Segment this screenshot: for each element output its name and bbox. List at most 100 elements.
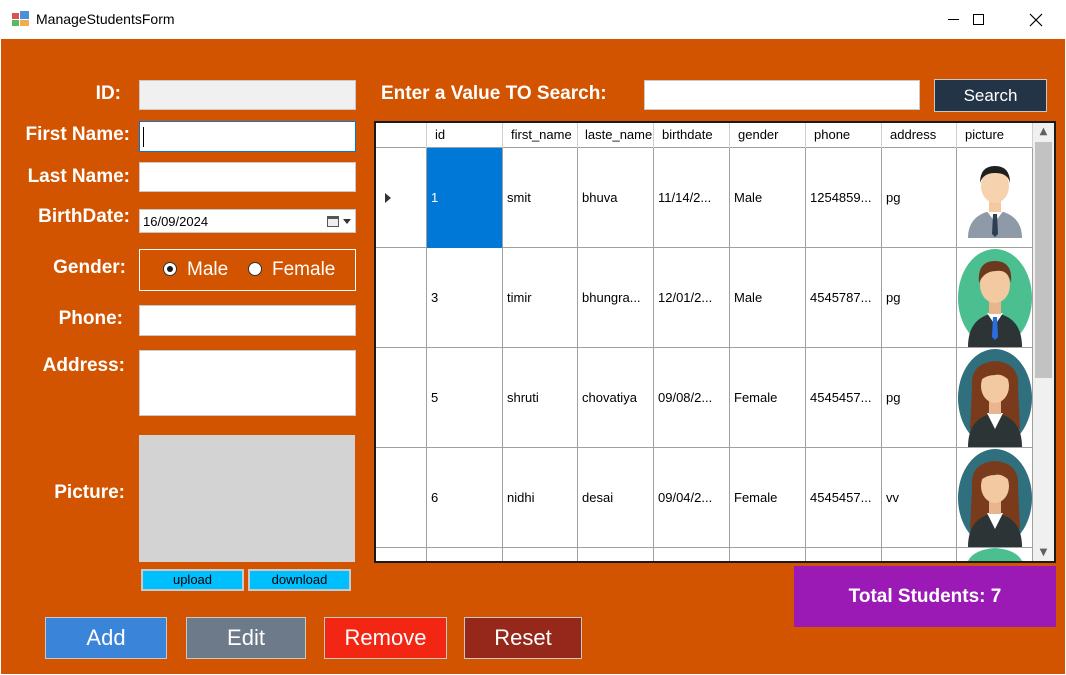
cell-id[interactable]: 5 — [427, 348, 503, 448]
cell-first-name[interactable]: smit — [503, 148, 578, 248]
row-header[interactable] — [376, 248, 427, 348]
female-radio[interactable] — [248, 262, 262, 276]
form-body: ID: First Name: Last Name: BirthDate: 16… — [1, 39, 1065, 674]
cell-picture[interactable] — [957, 448, 1033, 548]
last-name-field[interactable] — [139, 162, 356, 192]
column-header-phone[interactable]: phone — [806, 123, 882, 148]
cell-birthdate[interactable]: 09/04/2... — [654, 448, 730, 548]
cell-id[interactable] — [427, 548, 503, 561]
cell-picture[interactable] — [957, 348, 1033, 448]
cell-last-name[interactable]: bhuva — [578, 148, 654, 248]
total-students-badge: Total Students: 7 — [794, 566, 1056, 627]
search-input[interactable] — [644, 80, 920, 110]
first-name-field[interactable] — [139, 121, 356, 152]
cell-address[interactable]: pg — [882, 148, 957, 248]
cell-first-name[interactable] — [503, 548, 578, 561]
search-label: Enter a Value TO Search: — [381, 83, 607, 104]
id-field[interactable] — [139, 80, 356, 110]
cell-birthdate[interactable] — [654, 548, 730, 561]
current-row-icon — [385, 193, 391, 203]
address-field[interactable] — [139, 350, 356, 416]
cell-first-name[interactable]: timir — [503, 248, 578, 348]
cell-gender[interactable]: Male — [730, 148, 806, 248]
cell-picture[interactable] — [957, 148, 1033, 248]
cell-gender[interactable]: Male — [730, 248, 806, 348]
table-row[interactable]: 1 smit bhuva 11/14/2... Male 1254859... … — [376, 148, 1033, 248]
cell-birthdate[interactable]: 11/14/2... — [654, 148, 730, 248]
cell-gender[interactable] — [730, 548, 806, 561]
row-header[interactable] — [376, 448, 427, 548]
row-header[interactable] — [376, 148, 427, 248]
cell-last-name[interactable]: chovatiya — [578, 348, 654, 448]
cell-last-name[interactable] — [578, 548, 654, 561]
chevron-down-icon[interactable]: ▼ — [1033, 544, 1054, 561]
add-button[interactable]: Add — [45, 617, 167, 659]
cell-address[interactable]: vv — [882, 448, 957, 548]
upload-button[interactable]: upload — [141, 569, 244, 591]
phone-field[interactable] — [139, 305, 356, 336]
table-row[interactable] — [376, 548, 1033, 561]
row-header[interactable] — [376, 348, 427, 448]
cell-picture[interactable] — [957, 548, 1033, 561]
cell-phone[interactable]: 1254859... — [806, 148, 882, 248]
close-button[interactable] — [1013, 0, 1059, 39]
cell-gender[interactable]: Female — [730, 348, 806, 448]
column-header-first-name[interactable]: first_name — [503, 123, 578, 148]
male-avatar-icon — [957, 249, 1032, 347]
cell-first-name[interactable]: shruti — [503, 348, 578, 448]
cell-id[interactable]: 3 — [427, 248, 503, 348]
column-header-last-name[interactable]: laste_name — [578, 123, 654, 148]
cell-phone[interactable] — [806, 548, 882, 561]
column-header-address[interactable]: address — [882, 123, 957, 148]
text-caret — [143, 127, 144, 147]
cell-address[interactable]: pg — [882, 248, 957, 348]
cell-birthdate[interactable]: 12/01/2... — [654, 248, 730, 348]
cell-first-name[interactable]: nidhi — [503, 448, 578, 548]
gender-group: Male Female — [139, 249, 356, 291]
cell-last-name[interactable]: desai — [578, 448, 654, 548]
table-row[interactable]: 6 nidhi desai 09/04/2... Female 4545457.… — [376, 448, 1033, 548]
column-header-picture[interactable]: picture — [957, 123, 1033, 148]
female-radio-label[interactable]: Female — [272, 259, 335, 281]
chevron-down-icon[interactable] — [343, 219, 351, 224]
table-row[interactable]: 3 timir bhungra... 12/01/2... Male 45457… — [376, 248, 1033, 348]
cell-gender[interactable]: Female — [730, 448, 806, 548]
cell-id[interactable]: 1 — [427, 148, 503, 248]
maximize-button[interactable] — [955, 0, 1001, 39]
grid-body: 1 smit bhuva 11/14/2... Male 1254859... … — [376, 148, 1033, 561]
first-name-label: First Name: — [25, 124, 130, 145]
cell-birthdate[interactable]: 09/08/2... — [654, 348, 730, 448]
cell-phone[interactable]: 4545457... — [806, 448, 882, 548]
picture-label: Picture: — [54, 482, 125, 503]
cell-address[interactable]: pg — [882, 348, 957, 448]
grid-vertical-scrollbar[interactable]: ▲ ▼ — [1033, 123, 1054, 561]
avatar-icon — [967, 548, 1022, 561]
picture-preview[interactable] — [139, 435, 355, 562]
cell-picture[interactable] — [957, 248, 1033, 348]
column-header-id[interactable]: id — [427, 123, 503, 148]
column-header-gender[interactable]: gender — [730, 123, 806, 148]
cell-address[interactable] — [882, 548, 957, 561]
female-avatar-icon — [957, 349, 1032, 447]
reset-button[interactable]: Reset — [464, 617, 582, 659]
column-header-birthdate[interactable]: birthdate — [654, 123, 730, 148]
birthdate-label: BirthDate: — [38, 206, 130, 227]
birthdate-picker[interactable]: 16/09/2024 — [139, 209, 356, 233]
chevron-up-icon[interactable]: ▲ — [1033, 123, 1054, 140]
row-header[interactable] — [376, 548, 427, 561]
window-title: ManageStudentsForm — [36, 11, 175, 27]
table-row[interactable]: 5 shruti chovatiya 09/08/2... Female 454… — [376, 348, 1033, 448]
download-button[interactable]: download — [248, 569, 351, 591]
cell-last-name[interactable]: bhungra... — [578, 248, 654, 348]
cell-phone[interactable]: 4545787... — [806, 248, 882, 348]
address-label: Address: — [42, 355, 125, 376]
remove-button[interactable]: Remove — [324, 617, 447, 659]
cell-phone[interactable]: 4545457... — [806, 348, 882, 448]
scrollbar-thumb[interactable] — [1035, 142, 1052, 378]
search-button[interactable]: Search — [934, 79, 1047, 112]
male-radio[interactable] — [163, 262, 177, 276]
male-radio-label[interactable]: Male — [187, 259, 228, 281]
cell-id[interactable]: 6 — [427, 448, 503, 548]
edit-button[interactable]: Edit — [186, 617, 306, 659]
students-grid[interactable]: id first_name laste_name birthdate gende… — [374, 121, 1056, 563]
